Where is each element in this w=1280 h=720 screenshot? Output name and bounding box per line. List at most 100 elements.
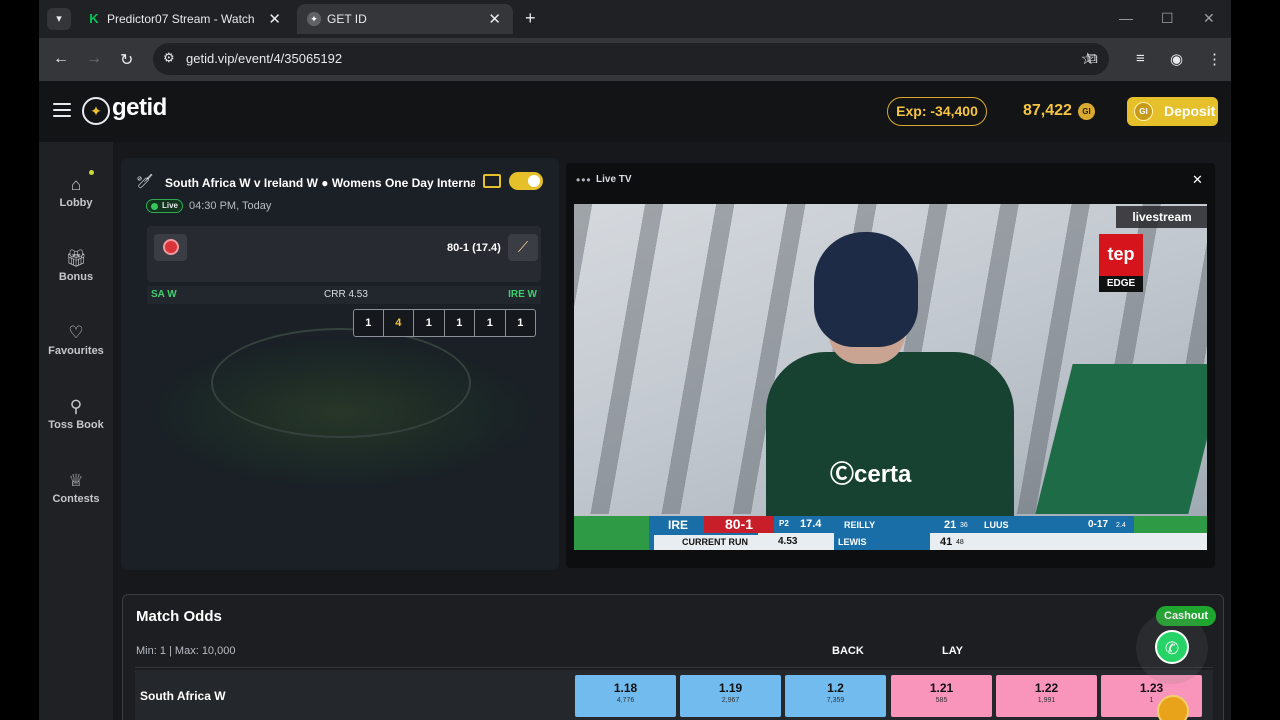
close-tab-icon[interactable]: ✕ [488,10,501,28]
ball-result: 1 [444,309,475,337]
media-icon[interactable]: ≡ [1136,50,1145,67]
profile-icon[interactable]: ◉ [1170,50,1183,68]
live-tv-toggle[interactable] [509,172,543,190]
wallet-balance: 87,422 [1023,102,1072,119]
tv-icon[interactable] [483,174,501,188]
tab-title: GET ID [327,12,367,26]
tab-predictor-stream[interactable]: K Predictor07 Stream - Watch Live ✕ [77,4,293,34]
site-settings-icon[interactable]: ⚙ [163,50,175,66]
exposure-badge[interactable]: Exp: -34,400 [887,97,987,126]
scorebug-batter1-runs: 21 [944,519,957,531]
live-tv-label: Live TV [596,174,632,185]
video-player[interactable]: Ⓒcerta livestream tep EDGE IRE 80-1 P2 1… [574,204,1207,550]
hamburger-menu-icon[interactable] [53,103,71,117]
scorebug-batter1: REILLY [844,520,876,530]
player-helmet [814,232,918,347]
sidebar-item-contests[interactable]: ♕ Contests [39,470,113,505]
url-text: getid.vip/event/4/35065192 [186,51,343,66]
ball-result: 1 [353,309,384,337]
notification-dot [89,170,94,175]
scorebug-powerplay: P2 [779,519,789,528]
getid-logo-icon[interactable]: ✦ [82,97,110,125]
match-card: 🏏︎ South Africa W v Ireland W ● Womens O… [121,158,559,570]
home-icon: ⌂ [70,175,82,194]
deposit-label: Deposit [1164,103,1216,119]
team-b: IRE W [508,289,537,300]
tab-getid[interactable]: ✦ GET ID ✕ [297,4,513,34]
cricket-ball-icon [154,234,187,261]
back-arrow-icon[interactable]: ← [53,50,69,68]
scorebug-batter2: LEWIS [838,537,867,547]
cricket-bat-icon: ⟋ [508,234,538,261]
runner-name: South Africa W [140,689,226,703]
bonus-coin-button[interactable] [1157,695,1189,720]
site-header: ✦ getid Exp: -34,400 87,422 GI GI Deposi… [39,81,1231,142]
match-title: South Africa W v Ireland W ● Womens One … [165,176,475,190]
match-time: 04:30 PM, Today [189,200,272,212]
minimize-icon[interactable]: — [1119,10,1133,26]
tab-search-icon[interactable]: ▾ [47,8,71,30]
forward-arrow-icon[interactable]: → [86,50,102,68]
getid-favicon-icon: ✦ [307,12,321,26]
site-logo[interactable]: getid [112,94,167,122]
min-max-limits: Min: 1 | Max: 10,000 [136,645,236,657]
main-content: 🏏︎ South Africa W v Ireland W ● Womens O… [113,142,1231,720]
sidebar-item-label: Favourites [48,345,104,357]
player-jersey [766,352,1014,522]
scorebug-batter2-runs: 41 [940,536,953,548]
deposit-coin-icon: GI [1134,102,1153,121]
new-tab-icon[interactable]: + [525,8,536,28]
tv-scorebug: IRE 80-1 P2 17.4 CURRENT RUN RATE 4.53 R… [574,516,1207,550]
sidebar-item-toss-book[interactable]: ⚲ Toss Book [39,396,113,431]
close-icon[interactable]: ✕ [1192,172,1203,188]
sidebar-item-bonus[interactable]: 🎁︎ Bonus [39,248,113,283]
live-dot-icon [151,203,158,210]
sidebar-item-lobby[interactable]: ⌂ Lobby [39,174,113,209]
maximize-icon[interactable]: ☐ [1161,10,1174,27]
whatsapp-icon[interactable]: ✆ [1155,630,1189,664]
close-tab-icon[interactable]: ✕ [268,10,281,28]
ball-result: 1 [505,309,536,337]
scoreboard: 80-1 (17.4) ⟋ [147,226,541,282]
back-odds-cell[interactable]: 1.19 2,967 [680,675,781,717]
livestream-badge: livestream [1116,206,1207,228]
close-window-icon[interactable]: ✕ [1203,10,1215,27]
sidebar: ⌂ Lobby 🎁︎ Bonus ♡ Favourites ⚲ Toss Boo… [39,142,113,720]
address-bar[interactable]: ⚙ getid.vip/event/4/35065192 ☆ [153,43,1109,75]
scorebug-bowler-figures: 0-17 [1088,519,1109,530]
more-menu-icon[interactable]: ⋮ [1207,50,1222,68]
scorebug-lower-strip [758,533,1207,550]
match-odds-title: Match Odds [136,608,222,625]
coin-toss-icon: ⚲ [69,397,83,416]
scorebug-crr-label: CURRENT RUN RATE [654,535,774,550]
scorebug-crr-value: 4.53 [778,536,798,547]
back-header: BACK [832,645,864,657]
ireland-flag-icon [574,516,649,550]
scorebug-bowler-overs: 2.4 [1116,522,1126,529]
lay-odds-cell[interactable]: 1.22 1,991 [996,675,1097,717]
sidebar-item-label: Lobby [59,197,93,209]
scorebug-batter2-balls: 48 [956,539,964,546]
heart-icon: ♡ [68,323,84,342]
scorebug-overs: 17.4 [800,518,822,530]
back-odds-cell[interactable]: 1.18 4,776 [575,675,676,717]
lay-odds-cell[interactable]: 1.21 585 [891,675,992,717]
ball-result: 1 [475,309,506,337]
runner-row: South Africa W 1.18 4,776 1.19 2,967 1.2 7,… [135,670,1213,720]
recent-balls: 1 4 1 1 1 1 [353,309,536,337]
sidebar-item-favourites[interactable]: ♡ Favourites [39,322,113,357]
drag-handle-icon[interactable]: ••• [576,173,592,187]
teams-row: SA W CRR 4.53 IRE W [147,286,541,304]
deposit-button[interactable]: GI Deposit [1127,97,1218,126]
k-favicon-icon: K [89,11,99,26]
reload-icon[interactable]: ↻ [120,50,133,70]
match-score: 80-1 (17.4) [447,242,501,254]
lay-header: LAY [942,645,963,657]
extensions-icon[interactable]: ⧉ [1087,50,1098,67]
back-odds-cell[interactable]: 1.2 7,359 [785,675,886,717]
gift-icon: 🎁︎ [65,249,87,268]
sidebar-item-label: Bonus [58,271,94,283]
scorebug-batter1-balls: 36 [960,522,968,529]
sidebar-item-label: Contests [52,493,100,505]
live-tv-panel: ••• Live TV ✕ Ⓒcerta livestream tep EDGE [566,163,1215,568]
